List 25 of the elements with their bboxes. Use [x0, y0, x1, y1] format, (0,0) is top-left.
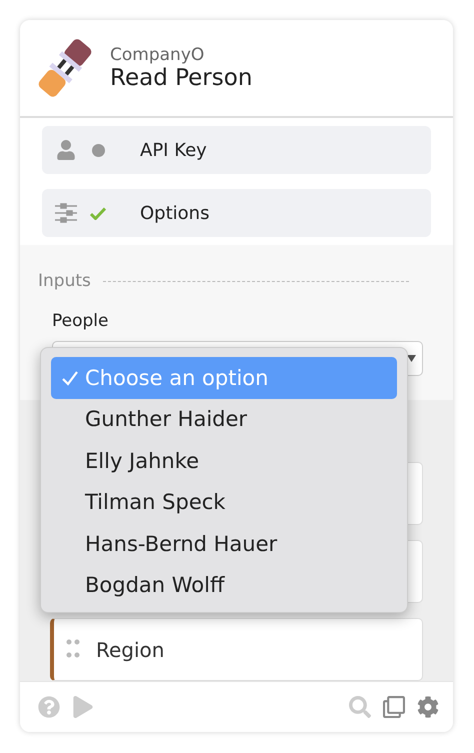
vendor-name: CompanyO [110, 45, 206, 65]
sliders-icon [54, 203, 78, 223]
status-dot [92, 144, 104, 156]
action-title: Read Person [110, 65, 252, 91]
help-button[interactable] [38, 696, 60, 718]
menu-option[interactable]: Bogdan Wolff [51, 564, 397, 606]
search-button[interactable] [349, 696, 371, 718]
section-row[interactable]: Options [42, 189, 431, 237]
menu-option[interactable]: Hans-Bernd Hauer [51, 523, 397, 564]
plug-icon [36, 37, 94, 99]
play-button[interactable] [72, 696, 94, 718]
drag-handle-icon[interactable] [66, 638, 80, 660]
field-name: Region [96, 638, 164, 662]
caret-icon [407, 355, 416, 362]
person-icon [56, 140, 76, 160]
menu-option[interactable]: Tilman Speck [51, 482, 397, 523]
menu-option[interactable]: Gunther Haider [51, 398, 397, 440]
copy-button[interactable] [383, 696, 405, 718]
check-icon [90, 206, 106, 220]
menu-option[interactable]: Elly Jahnke [51, 440, 397, 482]
check-icon [61, 368, 79, 387]
settings-button[interactable] [417, 696, 439, 718]
field-label: People [52, 311, 110, 331]
section-heading: Inputs [38, 271, 91, 291]
section-row[interactable]: API Key [42, 126, 431, 174]
